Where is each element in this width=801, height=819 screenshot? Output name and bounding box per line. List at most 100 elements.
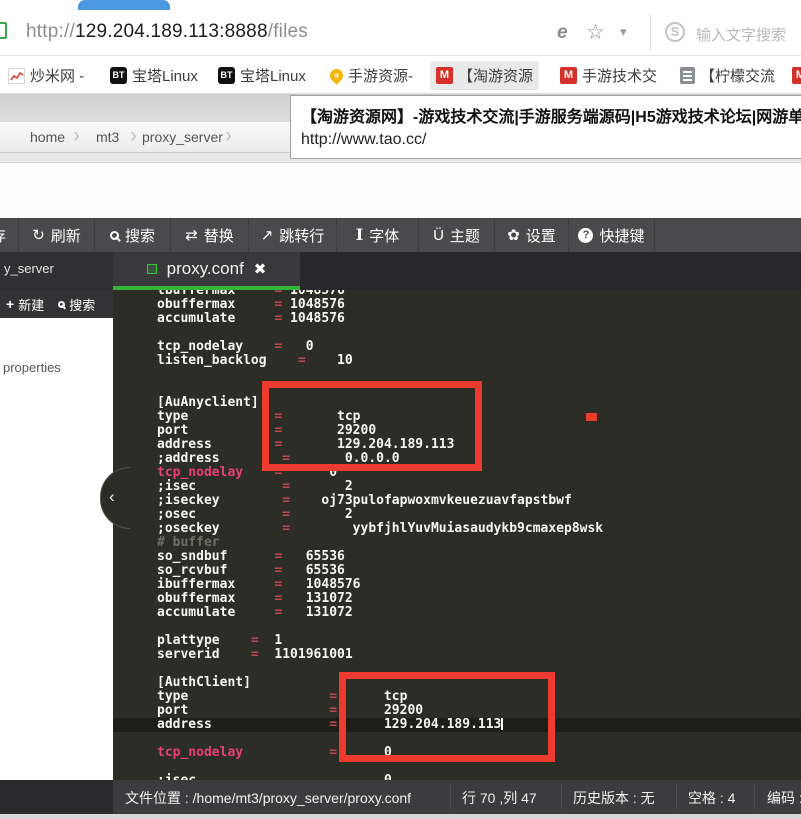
line-text: plattype = 1 <box>157 634 282 648</box>
settings-icon: ✿ <box>507 228 520 243</box>
menu-gray-icon <box>680 67 695 84</box>
chevron-right-icon: › <box>73 124 80 148</box>
bt-icon: BT <box>110 67 127 84</box>
compat-mode-icon[interactable]: e <box>557 22 568 44</box>
code-line[interactable]: 63 <box>0 620 801 634</box>
code-line[interactable]: 45 <box>0 368 801 382</box>
bookmark-taoyou-ziyuan[interactable]: M【淘游资源 <box>430 61 539 90</box>
browser-search-input[interactable]: 输入文字搜索 <box>696 24 786 45</box>
plus-icon: + <box>6 296 14 312</box>
code-line[interactable]: 40obuffermax = 1048576 <box>0 298 801 312</box>
jump-icon: ↗ <box>261 228 274 243</box>
line-text: obuffermax = 1048576 <box>157 298 345 312</box>
bookmark-partial[interactable]: M <box>786 61 801 90</box>
search-icon <box>110 231 119 240</box>
bookmark-shouyou-jishu[interactable]: M手游技术交 <box>554 61 663 90</box>
line-text: accumulate = 131072 <box>157 606 353 620</box>
refresh-button[interactable]: ↻刷新 <box>19 218 95 252</box>
sidebar-search-button[interactable]: 搜索 <box>58 295 95 314</box>
annotation-box-authclient <box>339 672 555 762</box>
tree-item-properties[interactable]: properties <box>0 318 113 375</box>
save-button[interactable]: 存 <box>0 218 19 252</box>
site-favicon-icon <box>0 22 7 39</box>
line-text: [AuthClient] <box>157 676 251 690</box>
url-host: 129.204.189.113:8888 <box>75 21 268 42</box>
bookmark-baota-1[interactable]: BT宝塔Linux <box>104 61 204 90</box>
status-history-version[interactable]: 历史版本 : 无 <box>573 788 655 808</box>
goto-line-button[interactable]: ↗跳转行 <box>249 218 337 252</box>
url-path: /files <box>268 21 308 42</box>
breadcrumb-home[interactable]: home <box>30 129 65 145</box>
code-line[interactable]: 41accumulate = 1048576 <box>0 312 801 326</box>
code-line[interactable]: 58so_sndbuf = 65536 <box>0 550 801 564</box>
code-line[interactable]: 57# buffer <box>0 536 801 550</box>
divider <box>676 785 677 809</box>
annotation-box-auanyclient <box>262 381 482 471</box>
line-text: so_rcvbuf = 65536 <box>157 564 345 578</box>
font-icon: I <box>356 227 363 243</box>
status-file-path: 文件位置 : /home/mt3/proxy_server/proxy.conf <box>125 788 411 808</box>
breadcrumb-mt3[interactable]: mt3 <box>96 129 119 145</box>
font-button[interactable]: I字体 <box>337 218 419 252</box>
divider <box>650 14 651 51</box>
refresh-icon: ↻ <box>32 228 45 243</box>
line-text: ;isec = 2 <box>157 480 353 494</box>
sidebar-directory-label: y_server <box>0 252 113 290</box>
line-text: ;oseckey = yybfjhlYuvMuiasaudykb9cmaxep8… <box>157 522 603 536</box>
code-line[interactable]: 64plattype = 1 <box>0 634 801 648</box>
code-line[interactable]: 73 <box>0 760 801 774</box>
line-text: accumulate = 1048576 <box>157 312 345 326</box>
code-line[interactable]: 65serverid = 1101961001 <box>0 648 801 662</box>
code-line[interactable]: 60ibuffermax = 1048576 <box>0 578 801 592</box>
code-line[interactable]: 61obuffermax = 131072 <box>0 592 801 606</box>
editor-status-bar: 文件位置 : /home/mt3/proxy_server/proxy.conf… <box>0 780 801 814</box>
divider <box>561 785 562 809</box>
modified-indicator-icon <box>147 264 157 274</box>
replace-button[interactable]: ⇄替换 <box>171 218 249 252</box>
tab-proxy-conf[interactable]: proxy.conf ✖ <box>113 252 300 290</box>
status-left-pad <box>0 780 113 814</box>
bookmark-ningmeng[interactable]: 【柠檬交流 <box>674 61 781 90</box>
tooltip-title: 【淘游资源网】-游戏技术交流|手游服务端源码|H5游戏技术论坛|网游单机|手 <box>301 103 794 127</box>
search-icon <box>58 301 65 308</box>
file-tree[interactable]: properties <box>0 318 113 780</box>
code-line[interactable]: 42 <box>0 326 801 340</box>
editor-toolbar: 存 ↻刷新 搜索 ⇄替换 ↗跳转行 I字体 Ü主题 ✿设置 ?快捷键 <box>0 218 801 252</box>
chevron-right-icon: › <box>225 124 232 148</box>
code-line[interactable]: 59so_rcvbuf = 65536 <box>0 564 801 578</box>
help-icon: ? <box>578 228 593 243</box>
code-line[interactable]: 62accumulate = 131072 <box>0 606 801 620</box>
search-engine-icon[interactable]: S <box>665 22 685 42</box>
divider <box>450 785 451 809</box>
address-bar[interactable]: http://129.204.189.113:8888/files e ☆ ▾ … <box>0 10 801 56</box>
theme-button[interactable]: Ü主题 <box>419 218 495 252</box>
bookmark-chaomi[interactable]: 炒米网 - <box>2 61 90 90</box>
divider <box>754 785 755 809</box>
status-spaces[interactable]: 空格 : 4 <box>688 788 735 808</box>
status-encoding[interactable]: 编码 : <box>767 788 801 808</box>
breadcrumb-proxy-server[interactable]: proxy_server <box>142 129 223 145</box>
code-line[interactable]: 43tcp_nodelay = 0 <box>0 340 801 354</box>
browser-tab[interactable] <box>78 0 170 10</box>
line-text: ;iseckey = oj73pulofapwoxmvkeuezuavfapst… <box>157 494 572 508</box>
search-button[interactable]: 搜索 <box>95 218 171 252</box>
screen: http://129.204.189.113:8888/files e ☆ ▾ … <box>0 0 801 819</box>
m-red-icon: M <box>792 67 801 84</box>
tab-label: proxy.conf <box>167 259 244 279</box>
favorites-dropdown-icon[interactable]: ▾ <box>620 24 627 40</box>
bookmark-tooltip: 【淘游资源网】-游戏技术交流|手游服务端源码|H5游戏技术论坛|网游单机|手 h… <box>290 95 801 159</box>
url-scheme: http:// <box>26 21 75 42</box>
new-file-button[interactable]: +新建 <box>6 295 44 314</box>
bookmark-shouyou-ziyuan[interactable]: 手游资源- <box>324 61 419 90</box>
line-text: ;osec = 2 <box>157 508 353 522</box>
shortcuts-button[interactable]: ?快捷键 <box>569 218 655 252</box>
code-line[interactable]: 44listen_backlog = 10 <box>0 354 801 368</box>
close-tab-icon[interactable]: ✖ <box>254 260 267 278</box>
line-text: obuffermax = 131072 <box>157 592 353 606</box>
line-text: serverid = 1101961001 <box>157 648 353 662</box>
bookmark-baota-2[interactable]: BT宝塔Linux <box>212 61 312 90</box>
favorite-star-icon[interactable]: ☆ <box>586 20 605 45</box>
settings-button[interactable]: ✿设置 <box>495 218 569 252</box>
bookmarks-bar: 炒米网 - BT宝塔Linux BT宝塔Linux 手游资源- M【淘游资源 M… <box>0 57 801 94</box>
url-text[interactable]: http://129.204.189.113:8888/files <box>26 21 308 43</box>
